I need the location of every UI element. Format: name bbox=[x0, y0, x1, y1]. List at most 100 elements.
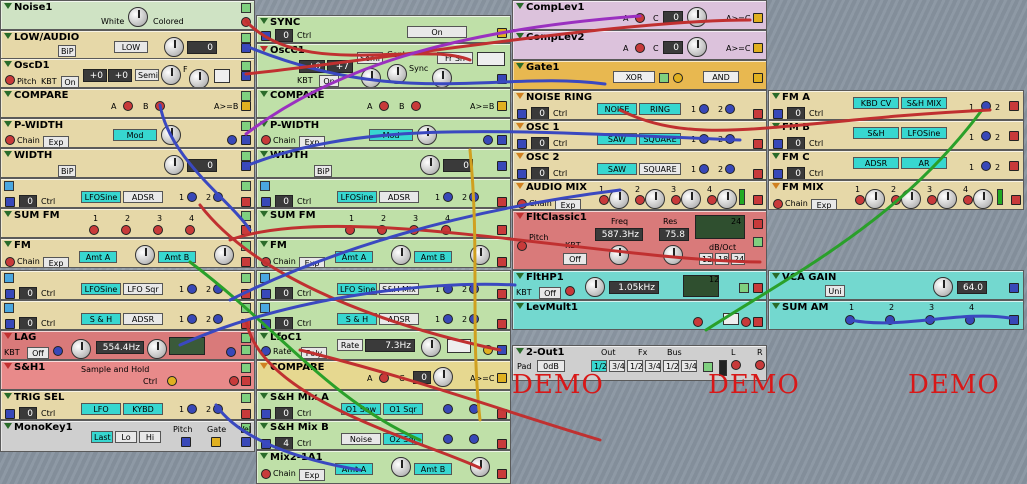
value-display[interactable]: 0 bbox=[187, 159, 217, 172]
option-a-button[interactable]: ADSR bbox=[853, 157, 899, 169]
rate-knob[interactable] bbox=[421, 337, 441, 357]
out-jack[interactable] bbox=[226, 347, 236, 357]
in1-jack[interactable] bbox=[699, 104, 709, 114]
mix-level-knob-4[interactable] bbox=[717, 189, 737, 209]
ctrl-value[interactable]: 0 bbox=[275, 287, 293, 299]
rate-display[interactable]: 7.3Hz bbox=[365, 339, 415, 352]
out-jack[interactable] bbox=[241, 161, 251, 171]
exp-button[interactable]: Exp bbox=[299, 257, 325, 267]
level-display[interactable]: 0 bbox=[663, 41, 683, 54]
ctrl-jack[interactable] bbox=[5, 319, 15, 329]
freq-knob[interactable] bbox=[609, 245, 629, 265]
collapse-triangle-icon[interactable] bbox=[260, 151, 268, 157]
ctrl-jack[interactable] bbox=[5, 197, 15, 207]
collapse-triangle-icon[interactable] bbox=[516, 153, 524, 159]
on-button[interactable]: On bbox=[407, 26, 467, 38]
collapse-triangle-icon[interactable] bbox=[260, 121, 268, 127]
in2-jack[interactable] bbox=[469, 192, 479, 202]
in2-jack[interactable] bbox=[725, 134, 735, 144]
mix-level-knob-3[interactable] bbox=[681, 189, 701, 209]
in1-jack[interactable] bbox=[699, 164, 709, 174]
option-b-button[interactable]: ADSR bbox=[379, 313, 419, 325]
chain-jack[interactable] bbox=[5, 135, 15, 145]
sum-in-jack-1[interactable] bbox=[345, 225, 355, 235]
fr-sn-button[interactable]: Fr Sn bbox=[437, 52, 473, 64]
collapse-triangle-icon[interactable] bbox=[4, 33, 12, 39]
amt-a-button[interactable]: Amt A bbox=[335, 251, 373, 263]
pitch-jack[interactable] bbox=[5, 75, 15, 85]
exp-button[interactable]: Exp bbox=[43, 257, 69, 267]
in2-jack[interactable] bbox=[1009, 161, 1019, 171]
freq-knob[interactable] bbox=[161, 65, 181, 85]
b-jack[interactable] bbox=[155, 101, 165, 111]
collapse-triangle-icon[interactable] bbox=[516, 93, 524, 99]
amount-knob[interactable] bbox=[417, 125, 437, 145]
mix-level-knob-2[interactable] bbox=[645, 189, 665, 209]
mix-in-jack-1[interactable] bbox=[599, 195, 609, 205]
out-jack[interactable] bbox=[753, 109, 763, 119]
collapse-triangle-icon[interactable] bbox=[772, 153, 780, 159]
ctrl-value[interactable]: 0 bbox=[275, 407, 293, 419]
mod-jack[interactable] bbox=[741, 317, 751, 327]
freq-knob[interactable] bbox=[585, 277, 605, 297]
kbt-off-button[interactable]: Off bbox=[539, 287, 561, 299]
option-a-button[interactable]: LFO Sine bbox=[337, 283, 377, 295]
level-knob[interactable] bbox=[164, 37, 184, 57]
collapse-triangle-icon[interactable] bbox=[260, 423, 268, 429]
option-a-button[interactable]: LFOSine bbox=[81, 283, 121, 295]
out-jack[interactable] bbox=[497, 289, 507, 299]
collapse-triangle-icon[interactable] bbox=[516, 213, 524, 219]
uni-button[interactable]: Uni bbox=[825, 285, 845, 297]
option-b-button[interactable]: SQUARE bbox=[639, 163, 681, 175]
out-jack[interactable] bbox=[241, 319, 251, 329]
collapse-triangle-icon[interactable] bbox=[516, 63, 524, 69]
fx-34-button[interactable]: 3/4 bbox=[645, 360, 661, 372]
amt-a-button[interactable]: Amt A bbox=[79, 251, 117, 263]
xor-selector[interactable]: XOR bbox=[613, 71, 655, 83]
threshold-display[interactable]: 0 bbox=[413, 371, 431, 384]
exp-button[interactable]: Exp bbox=[811, 199, 837, 209]
in2-jack[interactable] bbox=[725, 104, 735, 114]
freq-knob[interactable] bbox=[361, 68, 381, 87]
mix-in-jack-4[interactable] bbox=[707, 195, 717, 205]
option-a-button[interactable]: O1 Saw bbox=[341, 403, 381, 415]
sum-in-jack-3[interactable] bbox=[153, 225, 163, 235]
noise-out-jack[interactable] bbox=[241, 17, 251, 27]
option-a-button[interactable]: S & H bbox=[337, 313, 377, 325]
right-in-jack[interactable] bbox=[755, 360, 765, 370]
and-out-jack[interactable] bbox=[753, 73, 763, 83]
power-icon[interactable] bbox=[241, 61, 251, 71]
trig-jack[interactable] bbox=[167, 376, 177, 386]
value-display[interactable]: 0 bbox=[187, 41, 217, 54]
in-jack[interactable] bbox=[53, 346, 63, 356]
amt-b-button[interactable]: Amt B bbox=[158, 251, 196, 263]
collapse-triangle-icon[interactable] bbox=[260, 46, 268, 52]
vel-out-jack[interactable] bbox=[241, 437, 251, 447]
option-a-button[interactable]: S & H bbox=[81, 313, 121, 325]
lag-rate-display[interactable]: 554.4Hz bbox=[96, 341, 144, 354]
ctrl-value[interactable]: 0 bbox=[531, 167, 549, 179]
slope-18-button[interactable]: 18 bbox=[715, 253, 729, 265]
rate-jack[interactable] bbox=[261, 346, 271, 356]
option-a-button[interactable]: Noise bbox=[341, 433, 381, 445]
option-a-button[interactable]: SAW bbox=[597, 163, 637, 175]
sum-in-jack-3[interactable] bbox=[925, 315, 935, 325]
in1-jack[interactable] bbox=[187, 192, 197, 202]
out-jack[interactable] bbox=[1011, 195, 1021, 205]
out-jack[interactable] bbox=[497, 28, 507, 38]
in1-jack[interactable] bbox=[981, 161, 991, 171]
in-jack[interactable] bbox=[227, 135, 237, 145]
option-b-button[interactable]: S&H MIX bbox=[901, 97, 947, 109]
out-jack[interactable] bbox=[241, 409, 251, 419]
res-knob[interactable] bbox=[663, 245, 683, 265]
collapse-triangle-icon[interactable] bbox=[260, 453, 268, 459]
out-jack[interactable] bbox=[497, 135, 507, 145]
mix-level-knob-4[interactable] bbox=[973, 189, 993, 209]
option-b-button[interactable]: ADSR bbox=[123, 313, 163, 325]
sum-out-jack[interactable] bbox=[1009, 315, 1019, 325]
out-jack[interactable] bbox=[497, 257, 507, 267]
fm-knob[interactable] bbox=[189, 69, 209, 87]
out-jack[interactable] bbox=[241, 135, 251, 145]
chain-jack[interactable] bbox=[517, 199, 527, 209]
width-knob[interactable] bbox=[420, 155, 440, 175]
